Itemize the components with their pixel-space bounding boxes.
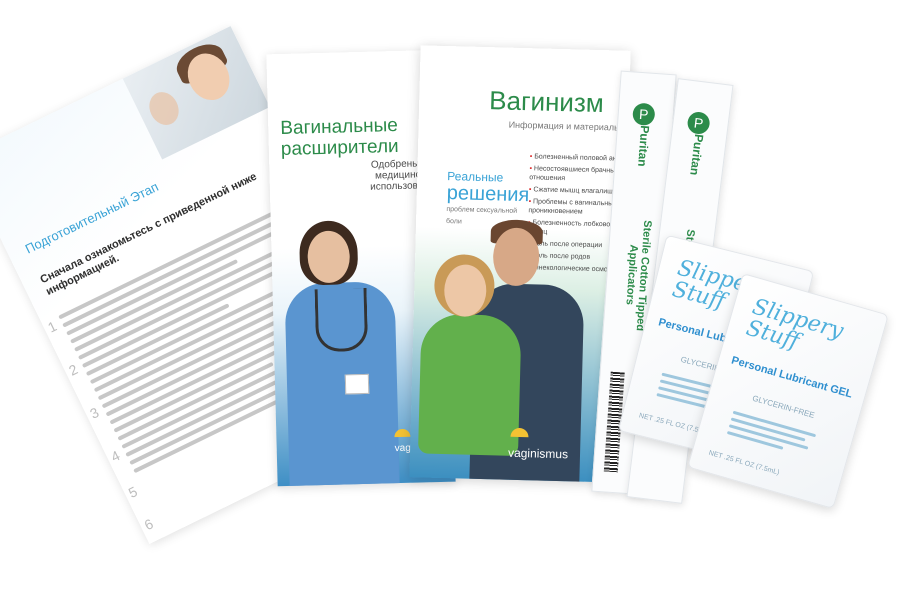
puritan-logo-icon: P (686, 110, 711, 136)
brand-label: vaginismus (507, 445, 569, 462)
packet-brand: Puritan (687, 133, 707, 177)
tagline-main: решения (446, 182, 530, 207)
sachet-net: NET .25 FL OZ (7.5mL) (707, 449, 781, 477)
id-badge (344, 373, 370, 395)
product-photo: Подготовительный Этап Сначала ознакомьте… (0, 0, 900, 600)
packet-brand: Puritan (635, 124, 653, 168)
list-item: Сжатие мышц влагалища (529, 185, 625, 197)
sun-logo-icon (510, 427, 529, 438)
brochure-subtitle: Информация и материалы (508, 119, 621, 133)
list-item: Несостоявшиеся брачные отношения (529, 164, 625, 185)
list-item: Болезненный половой акт (530, 152, 626, 164)
sachet-brand: Slippery Stuff (743, 294, 847, 355)
stethoscope (314, 287, 369, 353)
step-number: 3 (87, 404, 102, 422)
step-number: 4 (108, 447, 123, 465)
puritan-logo-icon: P (632, 102, 656, 127)
brochure-title: Вагинизм (488, 85, 605, 119)
step-number: 6 (141, 515, 156, 534)
step-number: 2 (66, 360, 81, 379)
step-number: 1 (45, 317, 60, 336)
sun-logo-icon (394, 428, 411, 438)
step-number: 5 (125, 483, 140, 501)
